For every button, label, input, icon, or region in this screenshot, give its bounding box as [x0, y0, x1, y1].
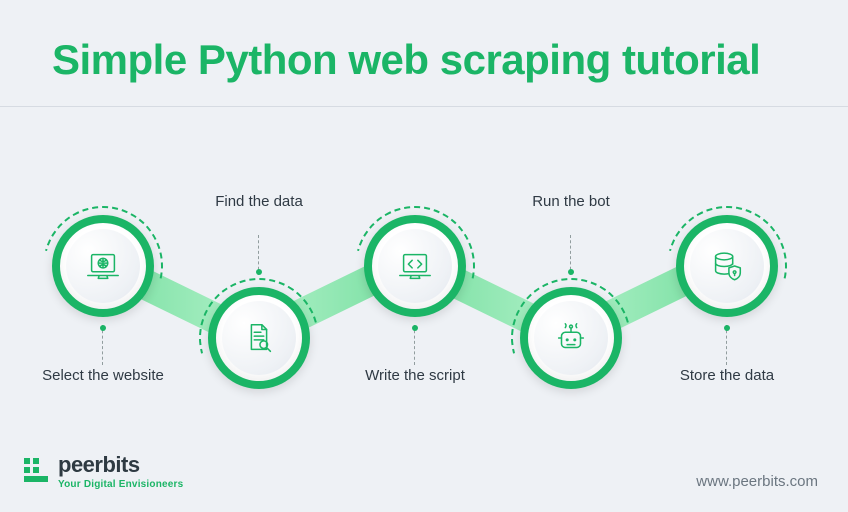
laptop-code-icon	[378, 229, 452, 303]
tutorial-flow: Select the website Find the data Write t…	[0, 137, 848, 397]
label-connector	[258, 235, 259, 275]
step-node	[364, 215, 466, 317]
laptop-globe-icon	[66, 229, 140, 303]
step-label: Store the data	[662, 367, 792, 386]
step-node	[52, 215, 154, 317]
step-node	[676, 215, 778, 317]
page-title: Simple Python web scraping tutorial	[0, 0, 848, 106]
label-connector	[726, 325, 727, 365]
step-label: Select the website	[38, 367, 168, 386]
step-label: Write the script	[350, 367, 480, 386]
document-search-icon	[222, 301, 296, 375]
label-connector	[102, 325, 103, 365]
divider	[0, 106, 848, 107]
step-label: Find the data	[194, 193, 324, 212]
brand-name: peerbits	[58, 452, 183, 478]
database-shield-icon	[690, 229, 764, 303]
brand-logo: peerbits Your Digital Envisioneers	[24, 452, 183, 490]
label-connector	[570, 235, 571, 275]
website-url: www.peerbits.com	[696, 473, 818, 490]
step-label: Run the bot	[506, 193, 636, 212]
step-node	[208, 287, 310, 389]
peerbits-mark-icon	[24, 458, 50, 484]
label-connector	[414, 325, 415, 365]
brand-tagline: Your Digital Envisioneers	[58, 479, 183, 490]
robot-icon	[534, 301, 608, 375]
step-node	[520, 287, 622, 389]
